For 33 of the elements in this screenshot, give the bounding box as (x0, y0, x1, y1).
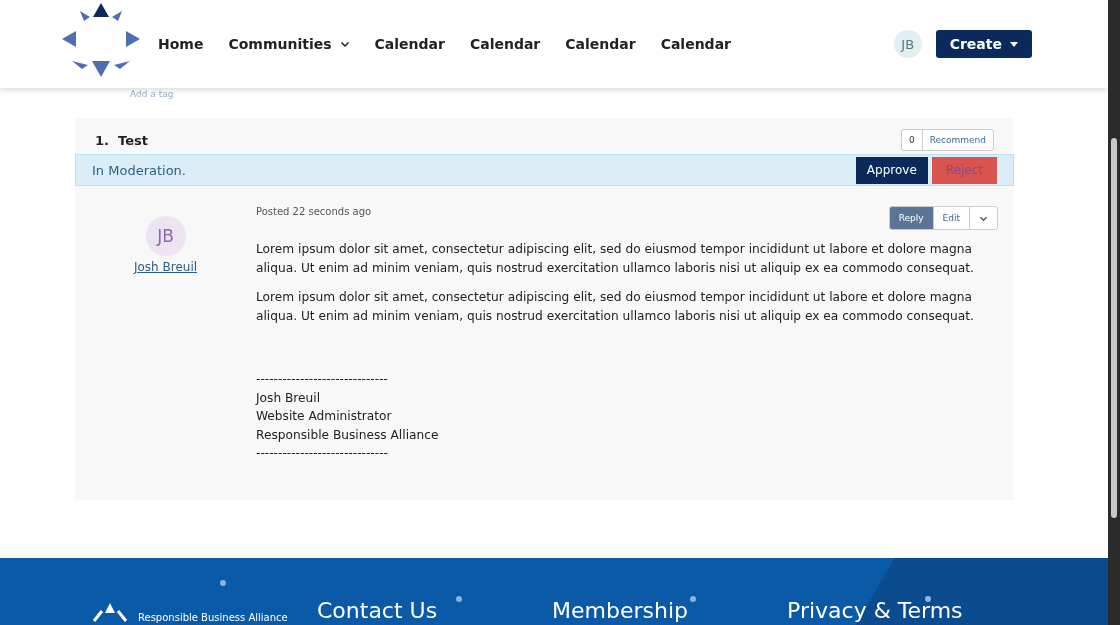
author-link[interactable]: Josh Breuil (133, 260, 198, 274)
posted-time: Posted 22 seconds ago (256, 206, 373, 217)
user-avatar[interactable]: JB (893, 30, 922, 58)
approve-button[interactable]: Approve (855, 156, 928, 184)
footer-heading: Contact Us (317, 598, 439, 623)
nav-link[interactable]: Calendar (660, 36, 731, 52)
recommend-button[interactable]: Recommend (921, 129, 994, 151)
signature-line: Josh Breuil (256, 389, 322, 407)
moderation-message: In Moderation. (92, 162, 187, 178)
footer-heading: Privacy & Terms (787, 598, 964, 623)
reply-button[interactable]: Reply (888, 206, 934, 230)
post-paragraph: Lorem ipsum dolor sit amet, consectetur adipiscing elit, sed do eiusmod tempor incididunt ut labore et dolore magna aliqua. Ut enim ad minim veniam, quis nostrud exercitation ullamco laboris nisi ut aliquip ex ea commodo consequat. (256, 289, 975, 325)
author-avatar: JB (145, 216, 186, 256)
nav-link[interactable]: Home (158, 36, 204, 52)
footer-heading: Membership (552, 598, 689, 623)
brand-name: Responsible Business Alliance (138, 612, 288, 623)
edit-button[interactable]: Edit (932, 206, 970, 230)
create-button[interactable]: Create (935, 30, 1032, 58)
caret-icon (1010, 41, 1018, 47)
signature-line: ------------------------------ (256, 371, 389, 388)
chevron-icon (339, 39, 350, 49)
post-title: 1. Test (95, 132, 149, 148)
recommend-count: 0 (900, 129, 923, 151)
nav-link[interactable]: Calendar (565, 36, 636, 52)
nav-link[interactable]: Calendar (374, 36, 445, 52)
brand-logo (90, 601, 130, 623)
nav-link[interactable]: Communities (228, 36, 350, 52)
nav-link[interactable]: Calendar (469, 36, 541, 52)
post-paragraph: Lorem ipsum dolor sit amet, consectetur adipiscing elit, sed do eiusmod tempor incididunt ut labore et dolore magna aliqua. Ut enim ad minim veniam, quis nostrud exercitation ullamco laboris nisi ut aliquip ex ea commodo consequat. (256, 241, 975, 277)
signature-line: ------------------------------ (256, 445, 389, 462)
compass-logo[interactable] (60, 3, 142, 79)
signature-line: Website Administrator (256, 408, 393, 425)
signature-line: Responsible Business Alliance (256, 426, 440, 444)
